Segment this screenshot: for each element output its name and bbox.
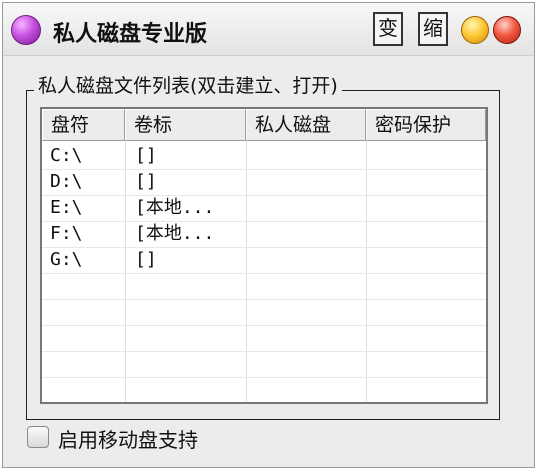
drive-cell: G:\	[50, 249, 83, 270]
volume-label-cell: [本地...	[135, 197, 215, 218]
table-row[interactable]: E:\ [本地...	[42, 195, 486, 221]
title-bar[interactable]: 私人磁盘专业版 变 缩	[3, 3, 534, 56]
volume-label-cell: []	[135, 145, 157, 166]
row-gridline	[42, 273, 486, 274]
app-orb-icon	[11, 15, 41, 45]
minimize-orb-icon[interactable]	[461, 16, 489, 44]
password-protect-cell	[374, 222, 482, 246]
private-disk-cell	[254, 222, 362, 246]
password-protect-cell	[374, 144, 482, 168]
private-disk-cell	[254, 248, 362, 272]
row-gridline	[42, 299, 486, 300]
column-header-private-disk[interactable]: 私人磁盘	[246, 109, 366, 141]
table-row[interactable]: C:\ []	[42, 143, 486, 169]
volume-label-cell: []	[135, 249, 157, 270]
list-headers: 盘符 卷标 私人磁盘 密码保护	[42, 109, 486, 141]
column-header-drive[interactable]: 盘符	[42, 109, 125, 141]
password-protect-cell	[374, 170, 482, 194]
column-header-password-protect[interactable]: 密码保护	[366, 109, 486, 141]
table-row[interactable]: G:\ []	[42, 247, 486, 273]
table-row[interactable]: F:\ [本地...	[42, 221, 486, 247]
row-gridline	[42, 403, 486, 404]
row-gridline	[42, 377, 486, 378]
row-gridline	[42, 325, 486, 326]
drive-cell: D:\	[50, 171, 83, 192]
column-header-volume-label[interactable]: 卷标	[125, 109, 246, 141]
private-disk-cell	[254, 196, 362, 220]
window-title: 私人磁盘专业版	[53, 22, 208, 47]
disk-list-view[interactable]: 盘符 卷标 私人磁盘 密码保护 C:\ [] D:\ [] E:\ [本地... F:\ [本…	[40, 107, 488, 404]
drive-cell: C:\	[50, 145, 83, 166]
shrink-button[interactable]: 缩	[418, 12, 448, 46]
volume-label-cell: []	[135, 171, 157, 192]
close-orb-icon[interactable]	[493, 16, 521, 44]
volume-label-cell: [本地...	[135, 223, 215, 244]
drive-cell: F:\	[50, 223, 83, 244]
group-title: 私人磁盘文件列表(双击建立、打开)	[34, 71, 342, 98]
password-protect-cell	[374, 196, 482, 220]
table-row[interactable]: D:\ []	[42, 169, 486, 195]
password-protect-cell	[374, 248, 482, 272]
private-disk-cell	[254, 170, 362, 194]
private-disk-cell	[254, 144, 362, 168]
row-gridline	[42, 351, 486, 352]
removable-disk-checkbox[interactable]	[27, 426, 49, 448]
removable-disk-label[interactable]: 启用移动盘支持	[58, 424, 198, 453]
change-button[interactable]: 变	[373, 12, 403, 46]
drive-cell: E:\	[50, 197, 83, 218]
